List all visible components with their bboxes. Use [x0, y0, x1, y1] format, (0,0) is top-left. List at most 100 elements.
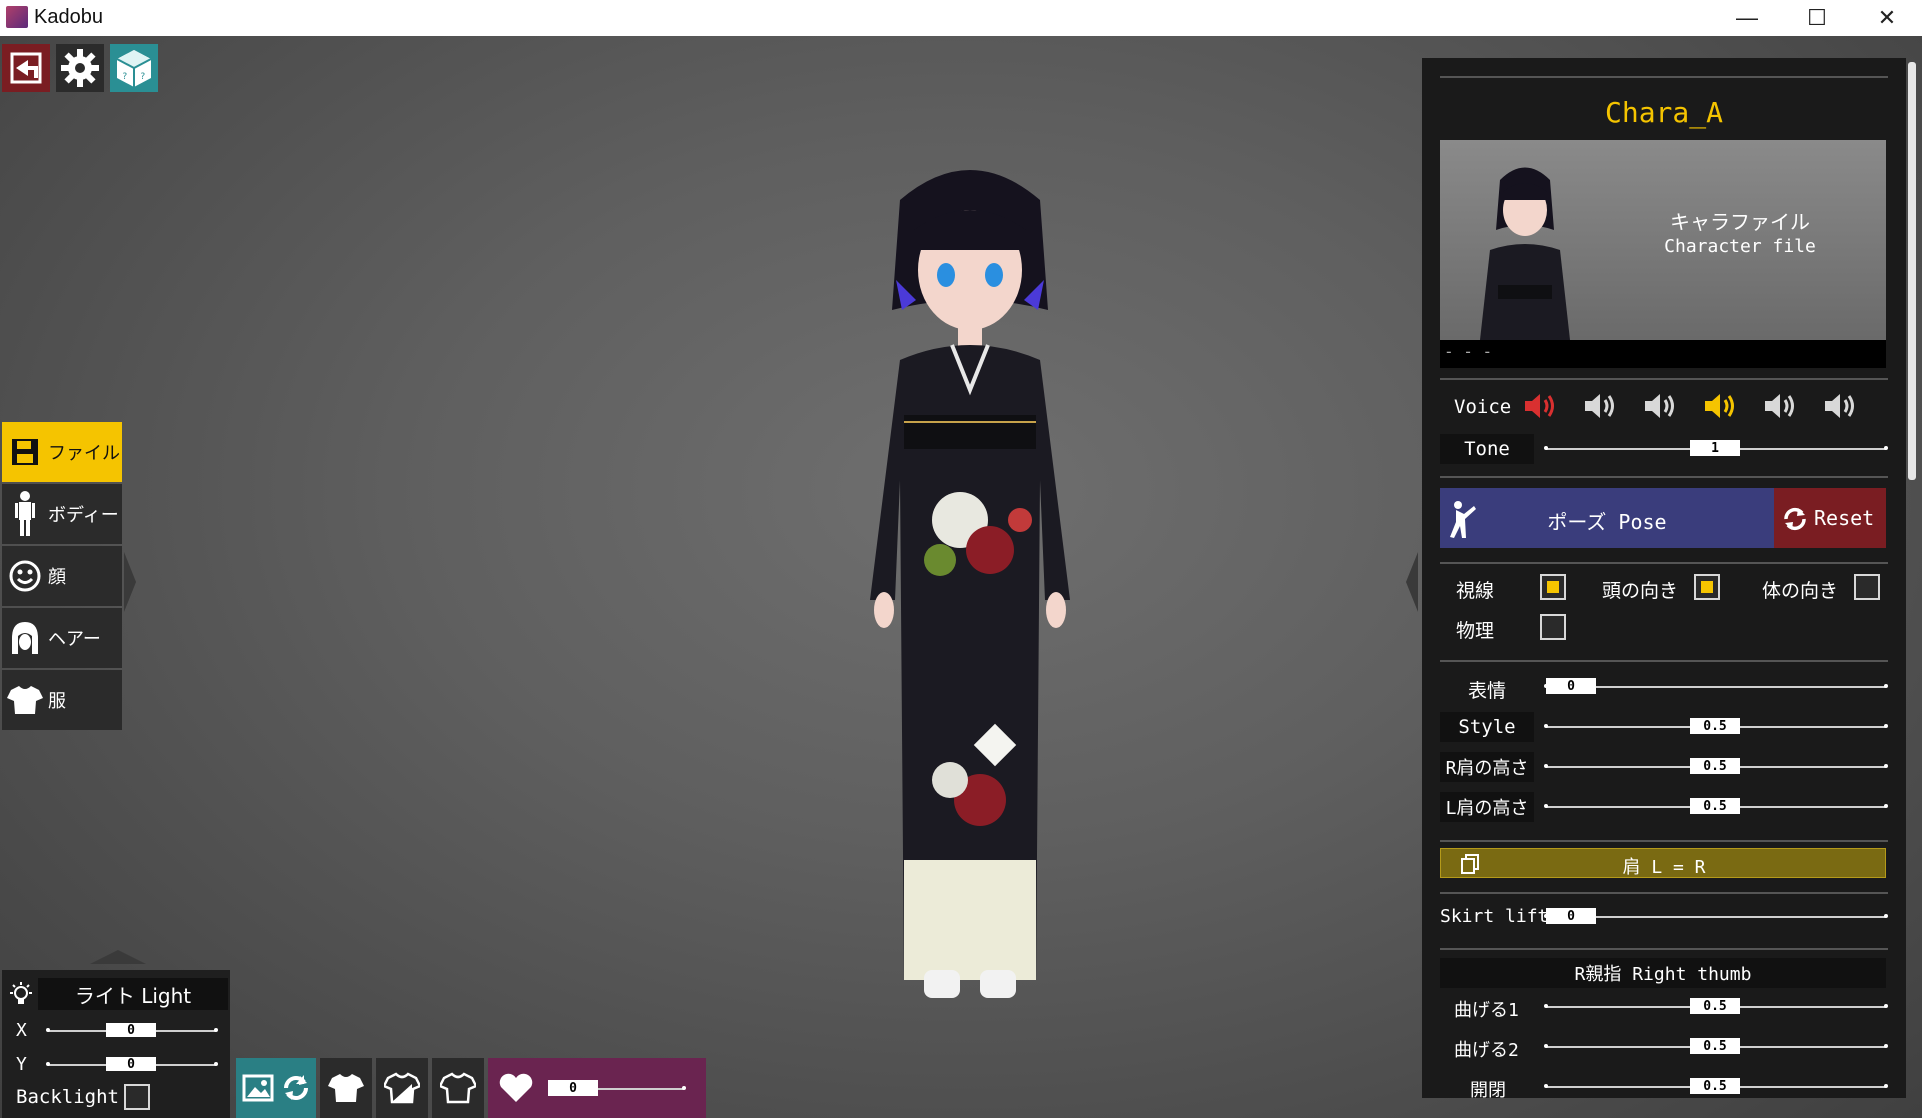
- spread-value[interactable]: 0.5: [1690, 1078, 1740, 1094]
- voice-option-6[interactable]: [1822, 390, 1862, 426]
- head-direction-label: 頭の向き: [1602, 580, 1679, 602]
- light-panel-toggle[interactable]: [90, 950, 146, 964]
- clothes-full-button[interactable]: [320, 1058, 372, 1118]
- menu-item-hair-label: ヘアー: [48, 629, 101, 650]
- light-y-label: Y: [16, 1054, 27, 1075]
- divider: [1440, 76, 1888, 78]
- light-panel: ライト Light X 0 Y 0 Backlight: [2, 970, 230, 1118]
- clothes-half-button[interactable]: [376, 1058, 428, 1118]
- speaker-icon: [1705, 394, 1734, 418]
- menu-item-file[interactable]: ファイル: [2, 422, 122, 482]
- hair-icon: [2, 620, 48, 656]
- reset-label: Reset: [1814, 506, 1875, 530]
- shirt-icon: [2, 684, 48, 716]
- reset-icon: [1784, 507, 1806, 531]
- head-direction-checkbox[interactable]: [1694, 574, 1720, 600]
- heart-control: 0: [488, 1058, 706, 1118]
- refresh-icon: [284, 1075, 308, 1100]
- menu-item-file-label: ファイル: [48, 443, 120, 464]
- light-x-value[interactable]: 0: [106, 1023, 156, 1038]
- body-direction-checkbox[interactable]: [1854, 574, 1880, 600]
- random-button[interactable]: ??: [110, 44, 158, 92]
- character-model[interactable]: [840, 160, 1100, 1000]
- voice-option-2[interactable]: [1582, 390, 1622, 426]
- l-shoulder-value[interactable]: 0.5: [1690, 798, 1740, 814]
- divider: [1440, 562, 1888, 564]
- clothes-none-button[interactable]: [432, 1058, 484, 1118]
- shoulder-sync-button[interactable]: 肩 L = R: [1440, 848, 1886, 878]
- collapse-right-arrow[interactable]: [1406, 552, 1418, 612]
- character-file-label-en: Character file: [1664, 236, 1816, 257]
- skirt-lift-value[interactable]: 0: [1546, 908, 1596, 924]
- backlight-checkbox[interactable]: [124, 1084, 150, 1110]
- expression-slider[interactable]: [1544, 684, 1888, 688]
- style-label: Style: [1440, 712, 1534, 742]
- bulb-icon: [10, 982, 32, 1004]
- bend2-label: 曲げる2: [1454, 1040, 1519, 1061]
- right-panel: Chara_A キャラファイル Character file - - - Voi…: [1422, 58, 1906, 1101]
- background-toggle-button[interactable]: [236, 1058, 316, 1118]
- voice-option-1[interactable]: [1522, 390, 1562, 426]
- pose-label: ポーズ Pose: [1547, 510, 1667, 534]
- speaker-icon: [1645, 394, 1674, 418]
- menu-item-clothes[interactable]: 服: [2, 670, 122, 730]
- physics-label: 物理: [1456, 620, 1495, 642]
- right-thumb-header: R親指 Right thumb: [1440, 958, 1886, 988]
- divider: [1440, 660, 1888, 662]
- character-file-label-jp: キャラファイル: [1670, 210, 1810, 234]
- app-icon: [6, 6, 28, 28]
- divider: [1440, 840, 1888, 842]
- menu-item-clothes-label: 服: [48, 691, 66, 712]
- skirt-lift-slider[interactable]: [1544, 914, 1888, 918]
- svg-text:?: ?: [122, 72, 127, 82]
- menu-item-face[interactable]: 顔: [2, 546, 122, 606]
- reset-button[interactable]: Reset: [1774, 488, 1886, 548]
- back-icon: [10, 52, 42, 84]
- panel-scrollbar[interactable]: [1908, 62, 1916, 480]
- chara-name: Chara_A: [1604, 96, 1723, 129]
- menu-item-body-label: ボディー: [48, 505, 119, 526]
- minimize-button[interactable]: —: [1712, 0, 1782, 36]
- style-value[interactable]: 0.5: [1690, 718, 1740, 734]
- svg-text:?: ?: [140, 72, 145, 82]
- r-shoulder-value[interactable]: 0.5: [1690, 758, 1740, 774]
- shirt-outline-icon: [440, 1072, 476, 1104]
- heart-value[interactable]: 0: [548, 1080, 598, 1096]
- speaker-icon: [1525, 394, 1554, 418]
- speaker-icon: [1585, 394, 1614, 418]
- menu-item-body[interactable]: ボディー: [2, 484, 122, 544]
- collapse-left-arrow[interactable]: [124, 552, 136, 612]
- l-shoulder-label: L肩の高さ: [1440, 792, 1534, 822]
- pose-button[interactable]: ポーズ Pose: [1440, 488, 1774, 548]
- expression-value[interactable]: 0: [1546, 678, 1596, 694]
- speaker-icon: [1825, 394, 1854, 418]
- gaze-checkbox[interactable]: [1540, 574, 1566, 600]
- bend1-label: 曲げる1: [1454, 1000, 1519, 1021]
- back-button[interactable]: [2, 44, 50, 92]
- shoulder-sync-label: 肩 L = R: [1622, 857, 1706, 878]
- r-shoulder-label: R肩の高さ: [1440, 752, 1534, 782]
- bend2-value[interactable]: 0.5: [1690, 1038, 1740, 1054]
- character-file-card[interactable]: キャラファイル Character file: [1440, 140, 1886, 340]
- maximize-button[interactable]: ☐: [1782, 0, 1852, 36]
- gaze-label: 視線: [1456, 580, 1495, 602]
- close-button[interactable]: ✕: [1852, 0, 1922, 36]
- bend1-value[interactable]: 0.5: [1690, 998, 1740, 1014]
- physics-checkbox[interactable]: [1540, 614, 1566, 640]
- tone-value[interactable]: 1: [1690, 440, 1740, 456]
- menu-item-hair[interactable]: ヘアー: [2, 608, 122, 668]
- settings-button[interactable]: [56, 44, 104, 92]
- light-y-value[interactable]: 0: [106, 1057, 156, 1072]
- image-icon: [242, 1074, 274, 1102]
- heart-icon[interactable]: [498, 1072, 534, 1104]
- backlight-label: Backlight: [16, 1086, 119, 1108]
- title-bar: Kadobu — ☐ ✕: [0, 0, 1922, 37]
- divider: [1440, 892, 1888, 894]
- voice-option-5[interactable]: [1762, 390, 1802, 426]
- dice-icon: ??: [116, 50, 152, 87]
- body-direction-label: 体の向き: [1762, 580, 1839, 602]
- voice-option-3[interactable]: [1642, 390, 1682, 426]
- voice-option-4[interactable]: [1702, 390, 1742, 426]
- expression-label: 表情: [1468, 680, 1507, 702]
- shirt-filled-icon: [328, 1074, 364, 1102]
